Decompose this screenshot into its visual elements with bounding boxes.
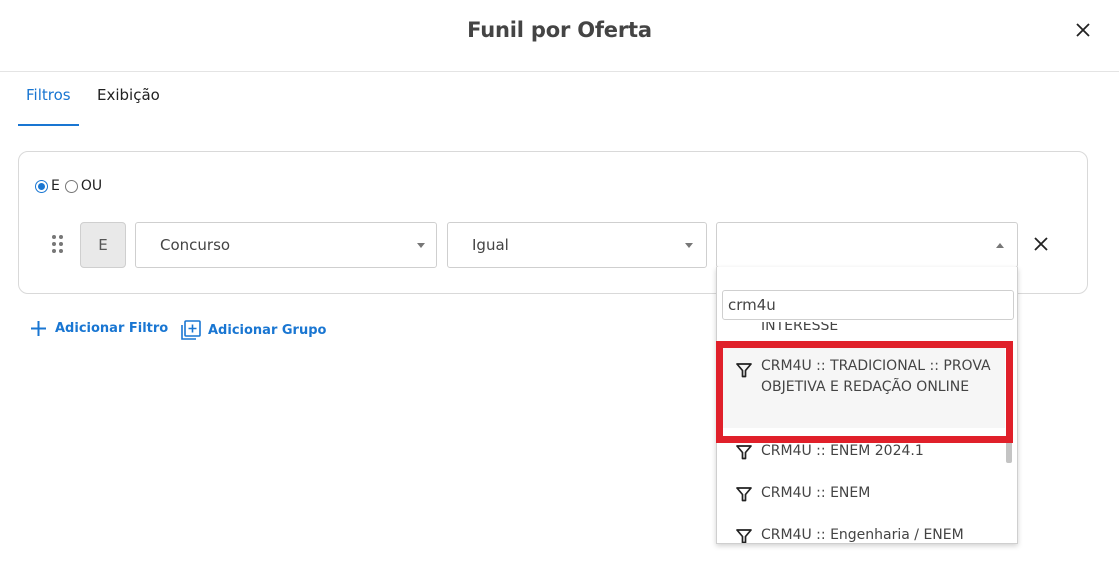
dropdown-option-label: CRM4U :: ENEM [761, 485, 871, 501]
modal: Funil por Oferta Filtros Exibição E OU E… [0, 0, 1119, 571]
field-select-value: Concurso [160, 236, 231, 254]
dropdown-option-label: CRM4U :: ENEM 2024.1 [761, 443, 924, 459]
tab-filtros[interactable]: Filtros [26, 86, 71, 127]
filter-icon [736, 529, 752, 543]
dropdown-option[interactable]: CRM4U :: Engenharia / ENEM [717, 522, 1005, 543]
dropdown-option-label: CRM4U :: TRADICIONAL :: PROVA OBJETIVA E… [761, 358, 991, 395]
chevron-down-icon [685, 243, 693, 248]
operator-select[interactable]: Igual [447, 222, 707, 268]
active-tab-indicator [18, 124, 79, 126]
connector-badge[interactable]: E [80, 222, 126, 268]
filter-icon [736, 445, 752, 460]
dropdown-search-input[interactable] [722, 290, 1014, 320]
dropdown-scrollbar[interactable] [1006, 437, 1012, 463]
dropdown-option-label: INTERESSE [761, 322, 839, 334]
add-filter-button[interactable]: Adicionar Filtro [30, 320, 168, 337]
filter-icon [736, 487, 752, 502]
add-group-label: Adicionar Grupo [208, 322, 327, 338]
operator-select-value: Igual [472, 236, 509, 254]
value-dropdown: INTERESSE CRM4U :: TRADICIONAL :: PROVA … [716, 267, 1018, 544]
dropdown-options: INTERESSE CRM4U :: TRADICIONAL :: PROVA … [717, 322, 1005, 543]
radio-and[interactable] [35, 179, 48, 193]
modal-title: Funil por Oferta [467, 18, 652, 42]
dropdown-option[interactable]: INTERESSE [717, 322, 1005, 336]
add-filter-label: Adicionar Filtro [55, 321, 169, 336]
value-select[interactable] [716, 222, 1018, 268]
chevron-down-icon [417, 243, 425, 248]
add-group-button[interactable]: Adicionar Grupo [180, 320, 326, 340]
dropdown-option[interactable]: CRM4U :: ENEM 2024.1 [717, 438, 1005, 472]
modal-header: Funil por Oferta [0, 0, 1119, 72]
dropdown-option[interactable]: CRM4U :: ENEM [717, 480, 1005, 514]
radio-or-label: OU [80, 178, 103, 194]
close-icon [1034, 237, 1048, 251]
drag-handle-icon[interactable] [52, 235, 64, 255]
remove-filter-button[interactable] [1032, 235, 1050, 253]
field-select[interactable]: Concurso [135, 222, 437, 268]
radio-or[interactable] [64, 179, 78, 193]
logic-selector: E OU [35, 178, 107, 194]
dropdown-option[interactable]: CRM4U :: TRADICIONAL :: PROVA OBJETIVA E… [717, 348, 1005, 428]
filter-icon [736, 363, 752, 378]
close-icon [1076, 23, 1090, 37]
tab-exibicao[interactable]: Exibição [97, 86, 160, 127]
radio-and-label: E [51, 178, 60, 194]
dropdown-option-label: CRM4U :: Engenharia / ENEM [761, 527, 964, 543]
add-box-icon [181, 320, 201, 340]
chevron-up-icon [996, 243, 1004, 248]
plus-icon [31, 321, 46, 336]
close-button[interactable] [1072, 19, 1094, 41]
